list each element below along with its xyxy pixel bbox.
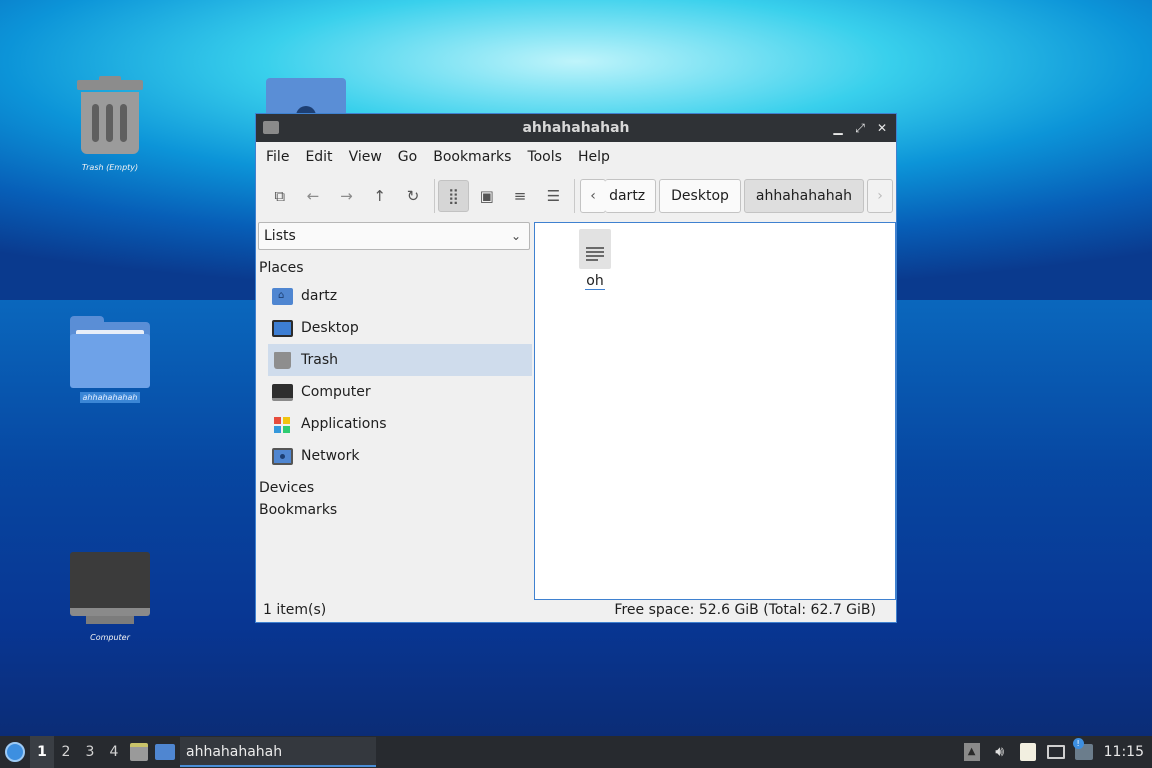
desktop-icon <box>272 319 293 337</box>
file-view[interactable]: oh <box>534 222 896 600</box>
sidebar-item-desktop[interactable]: Desktop <box>258 312 532 344</box>
tray-expand-button[interactable]: ▲ <box>958 736 986 768</box>
menu-bar: File Edit View Go Bookmarks Tools Help <box>256 142 896 172</box>
system-tray: ▲ 🔊︎ ! 11:15 <box>958 736 1152 768</box>
folder-icon <box>70 316 150 388</box>
side-pane-mode-value: Lists <box>264 228 296 244</box>
breadcrumb-item-current[interactable]: ahhahahahah <box>743 179 865 213</box>
menu-button[interactable] <box>0 736 30 768</box>
speaker-icon: 🔊︎ <box>995 744 1005 760</box>
devices-heading[interactable]: Devices <box>258 477 532 499</box>
sidebar-item-label: Computer <box>301 384 371 400</box>
file-manager-launcher[interactable] <box>126 736 152 768</box>
detailed-list-icon[interactable]: ☰ <box>538 180 569 212</box>
breadcrumb-next-button[interactable]: › <box>867 179 894 213</box>
sidebar-item-network[interactable]: Network <box>258 440 532 472</box>
breadcrumb-item-desktop[interactable]: Desktop <box>659 179 741 213</box>
volume-button[interactable]: 🔊︎ <box>986 736 1014 768</box>
chevron-up-icon: ▲ <box>963 743 980 761</box>
clipboard-button[interactable] <box>1014 736 1042 768</box>
side-pane: Lists ⌄ Places dartz Desktop Trash Compu… <box>258 222 532 602</box>
title-bar[interactable]: ahhahahahah ▁ ⤢ ✕ <box>256 114 896 142</box>
menu-help[interactable]: Help <box>570 142 618 172</box>
computer-icon <box>272 383 293 401</box>
network-status-button[interactable] <box>1042 736 1070 768</box>
breadcrumb-item-dartz[interactable]: dartz <box>605 179 657 213</box>
file-item[interactable]: oh <box>579 229 611 290</box>
menu-file[interactable]: File <box>258 142 297 172</box>
folder-icon[interactable] <box>266 78 346 116</box>
taskbar: 1 2 3 4 ahhahahahah ▲ 🔊︎ ! 11:15 <box>0 736 1152 768</box>
network-wired-icon <box>1046 745 1065 759</box>
breadcrumb: ‹ dartz Desktop ahhahahahah › <box>580 179 896 213</box>
desktop-icon-folder[interactable]: ahhahahahah <box>65 316 155 404</box>
status-bar: 1 item(s) Free space: 52.6 GiB (Total: 6… <box>256 598 896 622</box>
updates-button[interactable]: ! <box>1070 736 1098 768</box>
bookmarks-heading[interactable]: Bookmarks <box>258 499 532 521</box>
folder-icon <box>263 121 279 134</box>
minimize-button[interactable]: ▁ <box>830 119 846 137</box>
up-icon[interactable]: ↑ <box>364 180 395 212</box>
sidebar-item-trash[interactable]: Trash <box>268 344 532 376</box>
sidebar-item-label: Network <box>301 448 360 464</box>
desktop-icon-label: Trash (Empty) <box>81 163 139 172</box>
sidebar-item-label: Desktop <box>301 320 359 336</box>
window-title: ahhahahahah <box>522 120 630 136</box>
desktop-icon-label: ahhahahahah <box>79 392 141 403</box>
desktop-icon-trash[interactable]: Trash (Empty) <box>65 76 155 174</box>
computer-icon <box>70 552 150 628</box>
sidebar-item-applications[interactable]: Applications <box>258 408 532 440</box>
update-notification-icon: ! <box>1072 738 1093 760</box>
menu-tools[interactable]: Tools <box>519 142 570 172</box>
chevron-down-icon: ⌄ <box>510 229 521 243</box>
menu-bookmarks[interactable]: Bookmarks <box>425 142 519 172</box>
new-window-icon[interactable]: ⧉ <box>264 180 295 212</box>
task-button[interactable]: ahhahahahah <box>180 737 376 767</box>
sidebar-item-label: Trash <box>301 352 338 368</box>
trash-icon <box>274 351 291 369</box>
trash-icon <box>75 76 145 158</box>
toolbar: ⧉ ← → ↑ ↻ ⣿ ▣ ≡ ☰ ‹ dartz Desktop ahhaha… <box>256 172 896 220</box>
sidebar-item-label: dartz <box>301 288 338 304</box>
sidebar-item-dartz[interactable]: dartz <box>258 280 532 312</box>
close-button[interactable]: ✕ <box>874 119 890 137</box>
file-name: oh <box>585 273 605 290</box>
file-cabinet-icon <box>130 743 148 761</box>
home-folder-icon <box>272 287 293 305</box>
maximize-button[interactable]: ⤢ <box>852 119 868 137</box>
breadcrumb-prev-button[interactable]: ‹ <box>580 179 607 213</box>
workspace-1[interactable]: 1 <box>30 736 54 768</box>
reload-icon[interactable]: ↻ <box>397 180 428 212</box>
clipboard-icon <box>1019 743 1036 761</box>
menu-view[interactable]: View <box>341 142 390 172</box>
forward-icon[interactable]: → <box>331 180 362 212</box>
lxqt-logo-icon <box>5 742 25 762</box>
sidebar-item-label: Applications <box>301 416 387 432</box>
sidebar-item-computer[interactable]: Computer <box>258 376 532 408</box>
file-manager-window: ahhahahahah ▁ ⤢ ✕ File Edit View Go Book… <box>255 113 897 623</box>
clock[interactable]: 11:15 <box>1098 736 1152 768</box>
desktop-icon-label: Computer <box>90 633 130 642</box>
compact-list-icon[interactable]: ≡ <box>504 180 535 212</box>
free-space: Free space: 52.6 GiB (Total: 62.7 GiB) <box>614 602 876 618</box>
workspace-3[interactable]: 3 <box>78 736 102 768</box>
menu-go[interactable]: Go <box>390 142 425 172</box>
menu-edit[interactable]: Edit <box>297 142 340 172</box>
toolbar-separator <box>433 179 435 213</box>
toolbar-separator <box>574 179 576 213</box>
workspace-4[interactable]: 4 <box>102 736 126 768</box>
item-count: 1 item(s) <box>263 602 327 618</box>
side-pane-mode-select[interactable]: Lists ⌄ <box>258 222 530 250</box>
text-document-icon <box>579 229 611 269</box>
applications-icon <box>272 416 293 433</box>
thumbnail-view-icon[interactable]: ▣ <box>471 180 502 212</box>
workspace-2[interactable]: 2 <box>54 736 78 768</box>
desktop-icon <box>155 744 175 760</box>
icon-view-icon[interactable]: ⣿ <box>437 180 470 212</box>
back-icon[interactable]: ← <box>297 180 328 212</box>
network-icon <box>272 447 293 465</box>
show-desktop-launcher[interactable] <box>152 736 178 768</box>
places-heading[interactable]: Places <box>258 260 532 276</box>
desktop-icon-computer[interactable]: Computer <box>65 552 155 644</box>
